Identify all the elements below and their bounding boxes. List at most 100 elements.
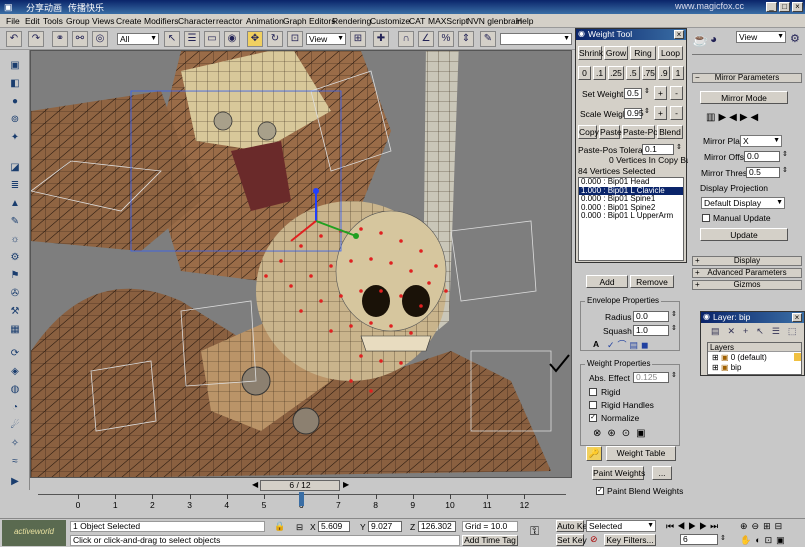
scale-icon[interactable]: ⊡ [287,31,303,47]
loop-button[interactable]: Loop [658,46,683,60]
preset-09-button[interactable]: .9 [658,66,670,80]
envelope-tools-icon[interactable]: ✓⌒▤◼ [607,338,652,351]
menu-create[interactable]: Create [116,16,142,26]
z-coordinate-field[interactable]: 126.302 [418,521,456,532]
squash-spinner[interactable]: ⇕ [671,324,677,332]
selection-lock-icon[interactable]: ⊟ [296,522,303,533]
bone-weight-list[interactable]: 0.000 : Bip01 Head 1.000 : Bip01 L Clavi… [578,177,684,261]
reactor-icon[interactable]: ⟳ [7,346,23,361]
weight-table-button[interactable]: Weight Table [606,446,676,461]
menu-nvn[interactable]: NVN glenbrain [467,16,522,26]
update-button[interactable]: Update [700,228,788,241]
cone-icon[interactable]: ▲ [7,196,23,211]
mirror-thresh-field[interactable]: 0.5 [746,167,780,178]
paint-icon[interactable]: ✎ [7,214,23,229]
playback-controls-icon[interactable]: ⏮◀▶▶⏭ [666,521,721,532]
maximize-icon[interactable]: □ [779,2,790,12]
bind-space-warp-icon[interactable]: ◎ [92,31,108,47]
menu-graph-editors[interactable]: Graph Editors [283,16,335,26]
menu-maxscript[interactable]: MAXScript [428,16,468,26]
absolute-toggle[interactable]: A [593,339,599,349]
menu-rendering[interactable]: Rendering [332,16,371,26]
rigid-handles-checkbox[interactable] [589,401,597,409]
layer-toolbar-icons[interactable]: ▤✕+↖☰⬚ [711,326,804,337]
named-selection-select[interactable] [500,33,572,45]
angle-snap-icon[interactable]: ∠ [418,31,434,47]
time-slider[interactable]: 6 / 12 [260,480,340,491]
star-icon[interactable]: ✦ [7,130,23,145]
layer-item-bip[interactable]: ⊞ ▣ bip [708,363,741,372]
menu-cat[interactable]: CAT [409,16,425,26]
pivot-icon[interactable]: ⊞ [350,31,366,47]
preset-025-button[interactable]: .25 [608,66,624,80]
add-bone-button[interactable]: Add [586,275,628,288]
list-item[interactable]: 0.000 : Bip01 L UpperArm [579,211,683,221]
key-selection-select[interactable]: Selected [586,520,656,532]
bone-icon[interactable]: ⚒ [7,304,23,319]
move-icon[interactable]: ✥ [247,31,263,47]
radius-field[interactable]: 0.0 [633,311,669,322]
blend-button[interactable]: Blend [657,125,683,139]
preset-01-button[interactable]: .1 [593,66,606,80]
select-icon[interactable]: ↖ [164,31,180,47]
x-coordinate-field[interactable]: 5.609 [318,521,350,532]
menu-character[interactable]: Character [178,16,215,26]
paint-options-button[interactable]: ... [652,466,672,480]
prev-frame-icon[interactable]: ◀ [252,480,258,489]
percent-snap-icon[interactable]: % [438,31,454,47]
rope-icon[interactable]: ☄ [7,418,23,433]
display-projection-select[interactable]: Default Display [701,197,785,209]
layer-manager-title[interactable]: Layer: bip [701,312,804,323]
rect-selection-icon[interactable]: ▭ [204,31,220,47]
close-icon[interactable]: × [792,2,803,12]
add-time-tag-button[interactable]: Add Time Tag [462,535,518,546]
mirror-offset-field[interactable]: 0.0 [744,151,780,162]
paint-weights-button[interactable]: Paint Weights [592,466,645,480]
paint-blend-checkbox[interactable]: ✓ [596,487,604,495]
layer-item-default[interactable]: ⊞ ▣ 0 (default) [708,353,767,362]
box-icon[interactable]: ◧ [7,76,23,91]
menu-modifiers[interactable]: Modifiers [144,16,178,26]
grow-button[interactable]: Grow [604,46,628,60]
cylinder-icon[interactable]: ⊚ [7,112,23,127]
rigid-checkbox[interactable] [589,388,597,396]
spacewarp-icon[interactable]: ⚑ [7,268,23,283]
mirror-offset-spinner[interactable]: ⇕ [782,150,788,158]
mirror-mode-button[interactable]: Mirror Mode [700,91,788,104]
scale-weight-field[interactable]: 0.95 [624,108,644,119]
lock-icon[interactable]: 🔒 [274,521,285,532]
water-icon[interactable]: ≈ [7,454,23,469]
viewport-nav-icons[interactable]: ⊕⊖⊞⊟ [740,521,786,532]
next-frame-icon[interactable]: ▶ [343,480,349,489]
manual-update-checkbox[interactable] [702,214,710,222]
current-frame-spinner[interactable]: ⇕ [720,534,726,542]
display-rollout[interactable]: + Display [692,256,802,266]
layers-icon[interactable]: ≣ [7,178,23,193]
viewport-nav-icons-2[interactable]: ✋◐⊡▣ [740,535,789,546]
scale-weight-minus-button[interactable]: - [670,106,683,120]
squash-field[interactable]: 1.0 [633,325,669,336]
unlink-icon[interactable]: ⚯ [72,31,88,47]
select-by-name-icon[interactable]: ☰ [184,31,200,47]
undo-icon[interactable]: ↶ [6,31,22,47]
snap-icon[interactable]: ∩ [398,31,414,47]
geometry-icon[interactable]: ▣ [7,58,23,73]
preset-0-button[interactable]: 0 [578,66,591,80]
advanced-parameters-rollout[interactable]: + Advanced Parameters [692,268,802,278]
remove-bone-button[interactable]: Remove [630,275,674,288]
render-icon[interactable]: ◕ [710,32,717,46]
y-coordinate-field[interactable]: 9.027 [368,521,402,532]
rotate-icon[interactable]: ↻ [267,31,283,47]
mirror-parameters-rollout[interactable]: − Mirror Parameters [692,73,802,83]
menu-customize[interactable]: Customize [370,16,410,26]
teapot-icon[interactable]: ☕ [692,32,708,48]
menu-help[interactable]: Help [516,16,533,26]
render-view-select[interactable]: View [736,31,786,43]
gizmos-rollout[interactable]: + Gizmos [692,280,802,290]
radius-spinner[interactable]: ⇕ [671,310,677,318]
preset-1-button[interactable]: 1 [672,66,684,80]
preset-05-button[interactable]: .5 [626,66,640,80]
weight-tools-icon[interactable]: ⊗⊛⊙▣ [593,428,652,439]
grid-icon[interactable]: ▦ [7,322,23,337]
layer-close-icon[interactable]: × [792,313,802,322]
